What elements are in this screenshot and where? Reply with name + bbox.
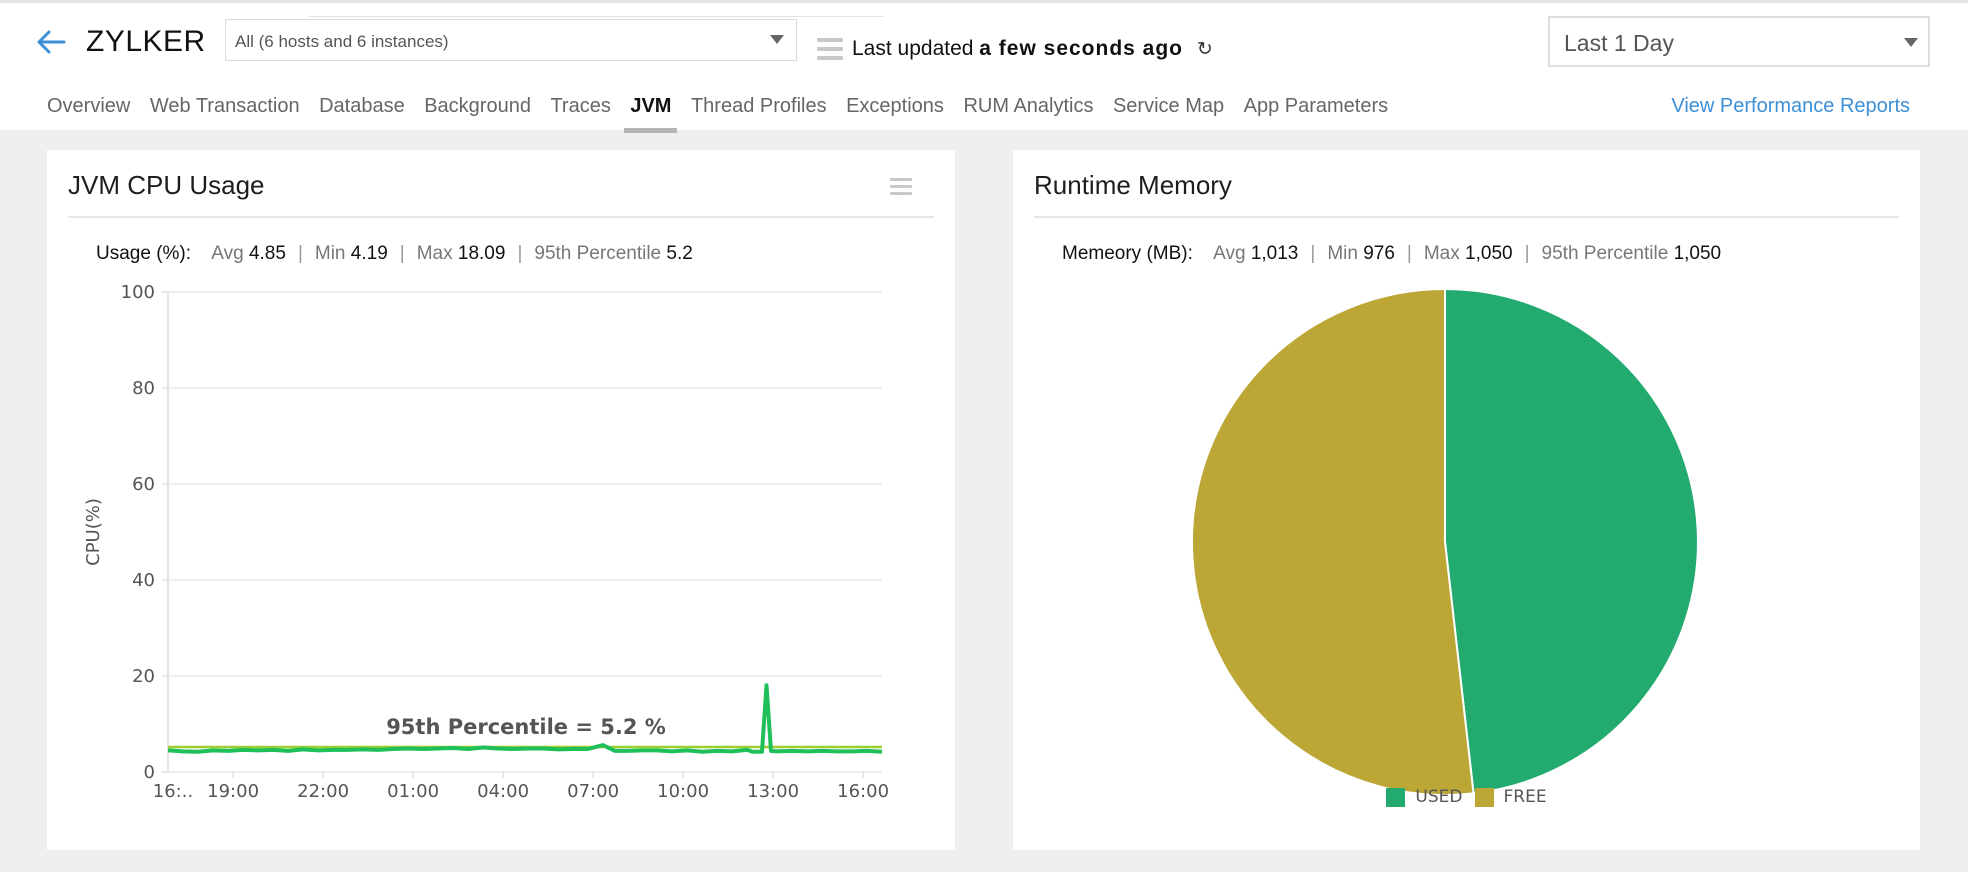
y-tick-label: 60	[132, 474, 155, 495]
percentile-label: 95th Percentile = 5.2 %	[386, 715, 666, 739]
y-tick-label: 80	[132, 378, 155, 399]
y-tick-label: 40	[132, 570, 155, 591]
tab-rum-analytics[interactable]: RUM Analytics	[963, 95, 1093, 133]
x-tick-label: 10:00	[657, 781, 709, 802]
legend-item-used[interactable]: USED	[1386, 787, 1463, 807]
y-axis-title: CPU(%)	[83, 498, 104, 566]
app-name: ZYLKER	[86, 25, 206, 58]
view-performance-reports-link[interactable]: View Performance Reports	[1671, 95, 1910, 118]
legend-label: FREE	[1503, 787, 1547, 807]
pie-slice-free	[1191, 287, 1475, 796]
y-tick-label: 0	[144, 762, 155, 783]
host-selector-dropdown[interactable]: All (6 hosts and 6 instances)	[225, 19, 797, 61]
tab-exceptions[interactable]: Exceptions	[846, 95, 944, 133]
last-updated-label: Last updated	[852, 37, 974, 60]
x-tick-label: 19:00	[207, 781, 259, 802]
memory-pie-chart	[1191, 287, 1699, 796]
arrow-left-icon[interactable]	[34, 27, 68, 57]
runtime-memory-panel: Runtime Memory Memeory (MB): Avg 1,013 | M…	[1013, 150, 1920, 850]
last-updated-status: Last updated a few seconds ago ↻	[852, 37, 1213, 61]
tab-jvm[interactable]: JVM	[624, 95, 678, 133]
y-tick-label: 20	[132, 666, 155, 687]
x-tick-label: 04:00	[477, 781, 529, 802]
tab-app-parameters[interactable]: App Parameters	[1244, 95, 1389, 133]
tab-web-transaction[interactable]: Web Transaction	[150, 95, 300, 133]
x-tick-label: 01:00	[387, 781, 439, 802]
hamburger-icon[interactable]	[817, 38, 843, 60]
legend-item-free[interactable]: FREE	[1474, 787, 1547, 807]
caret-down-icon	[1904, 38, 1918, 47]
pie-legend: USED FREE	[1013, 787, 1920, 807]
top-header: ZYLKER All (6 hosts and 6 instances) Las…	[0, 0, 1968, 133]
refresh-icon[interactable]: ↻	[1197, 38, 1213, 61]
caret-down-icon	[770, 35, 784, 44]
tab-overview[interactable]: Overview	[47, 95, 130, 133]
jvm-cpu-usage-panel: JVM CPU Usage Usage (%): Avg 4.85 | Min 4.…	[47, 150, 955, 850]
x-tick-label: 16:..	[153, 781, 193, 802]
tab-traces[interactable]: Traces	[550, 95, 610, 133]
tab-thread-profiles[interactable]: Thread Profiles	[691, 95, 827, 133]
last-updated-value: a few seconds ago	[979, 37, 1184, 60]
host-selector-value: All (6 hosts and 6 instances)	[235, 32, 449, 51]
x-tick-label: 16:00	[837, 781, 889, 802]
time-range-dropdown[interactable]: Last 1 Day	[1548, 16, 1930, 67]
tab-database[interactable]: Database	[319, 95, 405, 133]
y-tick-label: 100	[121, 282, 155, 303]
pie-slice-used	[1444, 287, 1699, 795]
x-tick-label: 22:00	[297, 781, 349, 802]
x-tick-label: 07:00	[567, 781, 619, 802]
x-tick-label: 13:00	[747, 781, 799, 802]
time-range-value: Last 1 Day	[1564, 30, 1674, 56]
tab-service-map[interactable]: Service Map	[1113, 95, 1224, 133]
divider	[308, 16, 883, 17]
tab-background[interactable]: Background	[424, 95, 531, 133]
legend-swatch	[1474, 787, 1494, 807]
nav-tabs: Overview Web Transaction Database Backgr…	[47, 95, 1408, 133]
legend-label: USED	[1415, 787, 1463, 807]
legend-swatch	[1386, 787, 1406, 807]
cpu-line-chart: 0 20 40 60 80 100 CPU(%) 16:.. 19:00 22:00 01:00 04…	[83, 282, 889, 802]
